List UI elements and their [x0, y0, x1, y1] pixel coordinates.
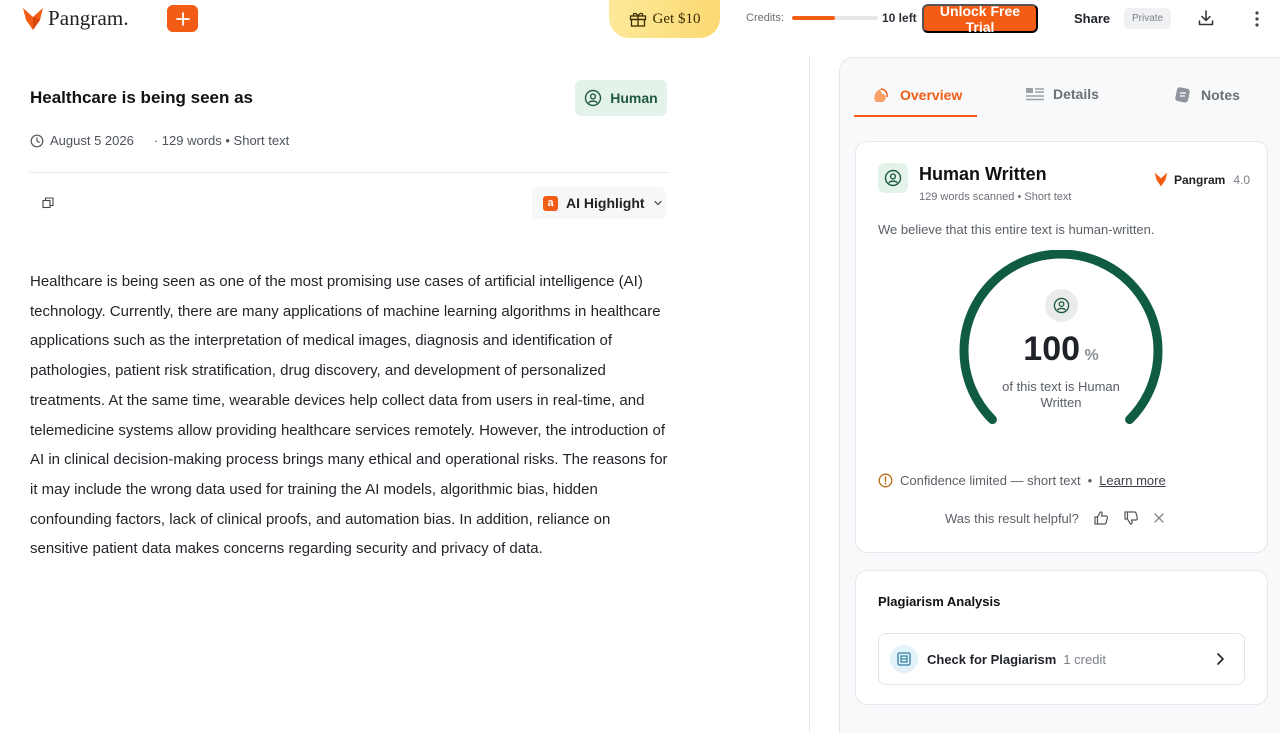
confidence-note: Confidence limited — short text • Learn …: [878, 473, 1166, 488]
privacy-badge[interactable]: Private: [1124, 8, 1172, 29]
credits-meter: Credits:: [746, 12, 878, 24]
percent-readout: 100 %: [1000, 330, 1122, 369]
model-brand: Pangram 4.0: [1154, 172, 1250, 187]
top-bar: Pangram. Get $10 Credits: 10 left Unlock…: [0, 0, 1280, 38]
copy-icon[interactable]: [42, 197, 54, 209]
chevron-right-icon: [1217, 653, 1224, 665]
document-meta: August 5 2026 · 129 words • Short text: [30, 133, 289, 148]
document-word-info: · 129 words • Short text: [153, 133, 290, 148]
alert-circle-icon: [878, 473, 893, 488]
ai-highlight-label: AI Highlight: [566, 195, 645, 211]
tab-overview[interactable]: Overview: [872, 86, 962, 104]
plagiarism-cost: 1 credit: [1063, 651, 1106, 667]
human-icon: [585, 89, 602, 107]
plus-icon: [175, 11, 190, 26]
more-options-icon[interactable]: [1253, 10, 1261, 28]
ai-highlight-badge: a: [543, 195, 558, 211]
plagiarism-title: Plagiarism Analysis: [878, 594, 1001, 609]
unlock-trial-button[interactable]: Unlock Free Trial: [922, 3, 1038, 35]
result-statement: We believe that this entire text is huma…: [878, 222, 1155, 237]
result-title: Human Written: [919, 164, 1047, 184]
tab-details-label: Details: [1053, 86, 1099, 102]
tab-active-indicator: [854, 115, 977, 117]
model-version: 4.0: [1233, 172, 1251, 187]
document-date: August 5 2026: [50, 133, 134, 148]
tab-notes-label: Notes: [1201, 87, 1240, 103]
learn-more-link[interactable]: Learn more: [1099, 473, 1165, 488]
thumbs-down-icon[interactable]: [1123, 510, 1139, 526]
notes-icon: [1175, 87, 1190, 103]
share-button[interactable]: Share: [1074, 11, 1110, 26]
document-body: Healthcare is being seen as one of the m…: [30, 273, 668, 558]
new-document-button[interactable]: [167, 5, 198, 32]
separator-dot: •: [1087, 473, 1093, 488]
credits-left: 10 left: [882, 11, 917, 25]
overview-icon: [874, 88, 888, 102]
result-human-icon-box: [878, 163, 908, 193]
thumbs-up-icon[interactable]: [1093, 510, 1109, 526]
document-title: Healthcare is being seen as: [30, 88, 253, 107]
tab-details[interactable]: Details: [1025, 86, 1099, 102]
chevron-down-icon: [653, 200, 662, 206]
pangram-logo[interactable]: Pangram.: [22, 6, 129, 31]
plagiarism-icon-box: [890, 645, 918, 673]
model-brand-name: Pangram: [1174, 172, 1226, 187]
check-plagiarism-label: Check for Plagiarism: [927, 651, 1057, 667]
percent-sign: %: [1084, 347, 1099, 364]
gift-icon: [629, 12, 646, 27]
get-reward-label: Get $10: [652, 10, 701, 27]
clock-icon: [30, 134, 44, 147]
credits-bar: [791, 16, 878, 20]
fox-logo-icon: [23, 7, 43, 30]
credits-label: Credits:: [746, 12, 784, 24]
document-scan-icon: [897, 652, 911, 666]
feedback-question: Was this result helpful?: [945, 510, 1079, 526]
result-badge-label: Human: [610, 90, 658, 106]
credits-bar-fill: [791, 16, 835, 20]
tab-overview-label: Overview: [900, 87, 963, 103]
percent-caption: of this text is Human Written: [1002, 379, 1120, 410]
human-icon: [1053, 297, 1070, 314]
close-icon[interactable]: [1153, 512, 1165, 524]
divider: [30, 172, 668, 173]
ai-highlight-dropdown[interactable]: a AI Highlight: [532, 187, 666, 219]
gauge-human-icon-box: [1045, 289, 1078, 322]
check-plagiarism-button[interactable]: Check for Plagiarism 1 credit: [878, 633, 1245, 685]
panel-divider: [809, 56, 810, 733]
confidence-text: Confidence limited — short text: [900, 473, 1081, 488]
logo-text: Pangram.: [48, 6, 129, 30]
percent-value: 100: [1023, 330, 1081, 368]
download-icon[interactable]: [1197, 9, 1215, 27]
details-icon: [1026, 88, 1044, 101]
tab-notes[interactable]: Notes: [1173, 86, 1240, 104]
human-icon: [884, 169, 902, 187]
result-badge[interactable]: Human: [575, 80, 667, 116]
feedback-row: Was this result helpful?: [945, 510, 1165, 526]
result-subtitle: 129 words scanned • Short text: [919, 191, 1072, 203]
get-reward-button[interactable]: Get $10: [609, 0, 720, 38]
fox-logo-icon: [1154, 172, 1168, 187]
